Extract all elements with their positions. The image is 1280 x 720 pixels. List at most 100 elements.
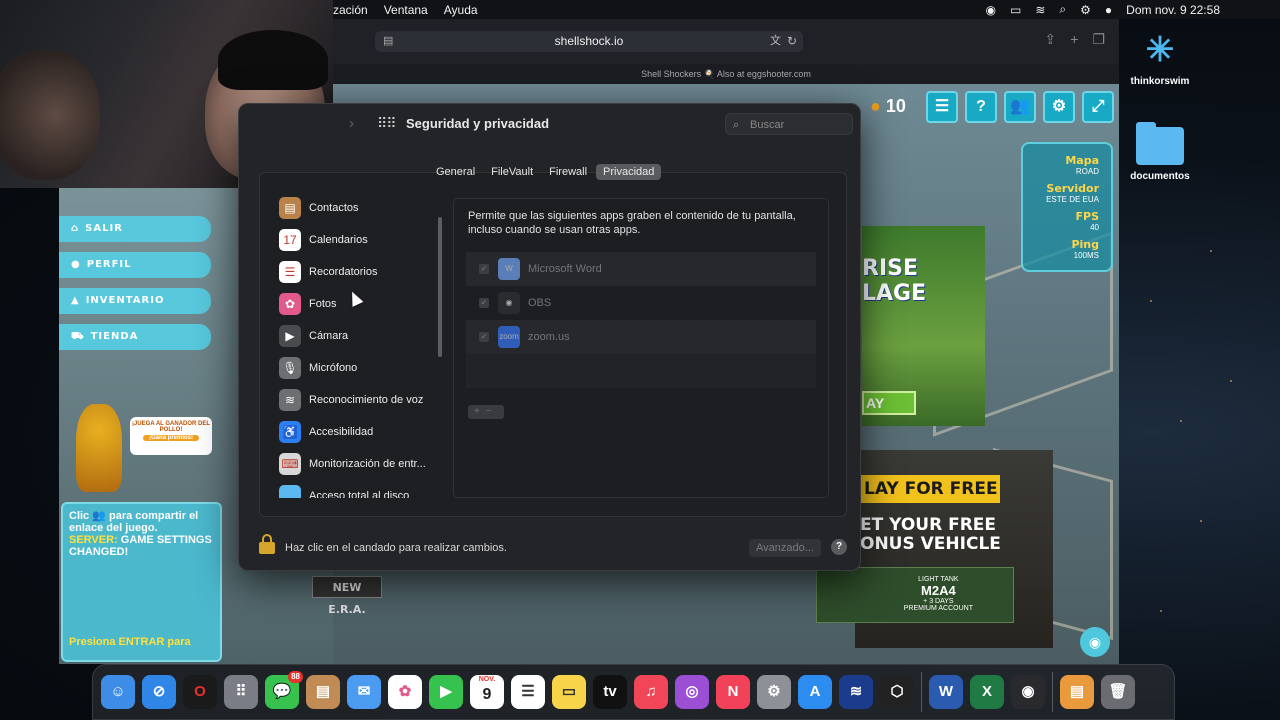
- facetime-icon[interactable]: ▶: [429, 675, 463, 709]
- gear-button[interactable]: ⚙: [1043, 91, 1075, 123]
- tab-filevault[interactable]: FileVault: [484, 164, 540, 180]
- app-checkbox[interactable]: ✓: [479, 298, 489, 308]
- tab-firewall[interactable]: Firewall: [542, 164, 594, 180]
- fullscreen-button[interactable]: ⤢: [1082, 91, 1114, 123]
- app-row[interactable]: ✓ zoom zoom.us: [466, 320, 816, 354]
- tabs-overview-icon[interactable]: ❐: [1092, 31, 1105, 48]
- privacy-list-item[interactable]: 17 Calendarios: [272, 229, 437, 261]
- help-button[interactable]: ?: [965, 91, 997, 123]
- new-tab-icon[interactable]: +: [1070, 31, 1078, 48]
- profile-button[interactable]: ● PERFIL: [59, 252, 211, 278]
- address-bar[interactable]: ▤ shellshock.io 文 ↻: [375, 31, 803, 52]
- menu-item-ventana[interactable]: Ventana: [384, 3, 428, 17]
- trash-icon[interactable]: 🗑: [1101, 675, 1135, 709]
- finder-icon[interactable]: ☺: [101, 675, 135, 709]
- battery-icon[interactable]: ▭: [1010, 3, 1021, 17]
- exit-button[interactable]: ⌂ SALIR: [59, 216, 211, 242]
- opera-icon[interactable]: O: [183, 675, 217, 709]
- podcasts-icon[interactable]: ◎: [675, 675, 709, 709]
- app-checkbox[interactable]: ✓: [479, 264, 489, 274]
- reload-icon[interactable]: ↻: [787, 31, 797, 52]
- list-scrollbar[interactable]: [438, 217, 442, 357]
- add-remove-buttons[interactable]: +−: [468, 405, 504, 419]
- privacy-list-item[interactable]: ☰ Recordatorios: [272, 261, 437, 293]
- accessibility-icon: ♿: [279, 421, 301, 443]
- word-icon[interactable]: W: [929, 675, 963, 709]
- tab-general[interactable]: General: [429, 164, 482, 180]
- privacy-list-item[interactable]: ≋ Reconocimiento de voz: [272, 389, 437, 421]
- thinkorswim-desktop-icon[interactable]: ✳ thinkorswim: [1126, 30, 1194, 87]
- system-preferences-icon[interactable]: ⚙: [757, 675, 791, 709]
- safari-icon[interactable]: ⊘: [142, 675, 176, 709]
- privacy-list-label: Accesibilidad: [309, 426, 374, 438]
- app-name: OBS: [528, 297, 552, 309]
- unity-icon[interactable]: ⬡: [880, 675, 914, 709]
- app-store-icon[interactable]: A: [798, 675, 832, 709]
- lock-icon[interactable]: [259, 534, 275, 554]
- app-row[interactable]: ✓ ◉ OBS: [466, 286, 816, 320]
- keyboard-icon: ⌨: [279, 453, 301, 475]
- chat-panel[interactable]: Clic 👥 para compartir el enlace del jueg…: [61, 502, 222, 662]
- translate-icon[interactable]: 文: [770, 31, 781, 52]
- privacy-list-item[interactable]: 🎙 Micrófono: [272, 357, 437, 389]
- messages-icon[interactable]: 💬 88: [265, 671, 303, 709]
- wifi-icon[interactable]: ≋: [1035, 3, 1045, 17]
- inventory-button[interactable]: ▲ INVENTARIO: [59, 288, 211, 314]
- music-icon[interactable]: ♫: [634, 675, 668, 709]
- menu-item-ayuda[interactable]: Ayuda: [444, 3, 478, 17]
- forward-icon[interactable]: ›: [349, 115, 354, 132]
- show-all-grid-icon[interactable]: ⠿⠿: [377, 115, 396, 132]
- app-row[interactable]: ✓ W Microsoft Word: [466, 252, 816, 286]
- privacy-category-list[interactable]: ▤ Contactos 17 Calendarios ☰ Recordatorios ✿ Fo…: [272, 197, 437, 498]
- mail-icon[interactable]: ✉: [347, 675, 381, 709]
- news-icon[interactable]: N: [716, 675, 750, 709]
- friends-button[interactable]: 👥: [1004, 91, 1036, 123]
- sunrise-village-ad[interactable]: RISE LAGE AY: [862, 226, 985, 426]
- shop-button[interactable]: ⛟ TIENDA: [59, 324, 211, 350]
- calendar-icon[interactable]: NOV. 9: [470, 675, 504, 709]
- dock-separator: [1052, 672, 1053, 712]
- launchpad-icon[interactable]: ⠿: [224, 675, 258, 709]
- documentos-folder[interactable]: documentos: [1126, 122, 1194, 182]
- clock[interactable]: Dom nov. 9 22:58: [1126, 3, 1220, 17]
- server-stats-panel: Mapa ROAD Servidor ESTE DE EUA FPS 40 Pi…: [1021, 142, 1113, 272]
- search-icon[interactable]: ⌕: [1059, 2, 1066, 17]
- reminders-icon[interactable]: ☰: [511, 675, 545, 709]
- privacy-list-item[interactable]: ▶ Cámara: [272, 325, 437, 357]
- duck-mascot: [76, 404, 122, 492]
- share-icon[interactable]: ⇪: [1045, 31, 1057, 48]
- notes-icon[interactable]: ▭: [552, 675, 586, 709]
- reminders-icon: ☰: [279, 261, 301, 283]
- privacy-list-item[interactable]: ▤ Contactos: [272, 197, 437, 229]
- audio-app-icon[interactable]: ≋: [839, 675, 873, 709]
- control-center-icon[interactable]: ⚙: [1080, 3, 1091, 17]
- obs-status-icon[interactable]: ◉: [986, 3, 996, 17]
- app-list[interactable]: ✓ W Microsoft Word ✓ ◉ OBS ✓ zoom zoom.us: [466, 252, 816, 389]
- apple-tv-icon[interactable]: tv: [593, 675, 627, 709]
- advanced-button[interactable]: Avanzado...: [749, 539, 821, 557]
- privacy-list-item[interactable]: ♿ Accesibilidad: [272, 421, 437, 453]
- play-for-free-banner[interactable]: LAY FOR FREE: [860, 475, 1000, 503]
- contacts-icon[interactable]: ▤: [306, 675, 340, 709]
- tab-privacidad[interactable]: Privacidad: [596, 164, 662, 180]
- siri-icon[interactable]: ●: [1105, 3, 1112, 17]
- eye-icon[interactable]: ◉: [1080, 627, 1110, 657]
- privacy-list-label: Acceso total al disco: [309, 490, 410, 498]
- app-checkbox[interactable]: ✓: [479, 332, 489, 342]
- privacy-list-item[interactable]: ⌨ Monitorización de entr...: [272, 453, 437, 485]
- help-button[interactable]: ?: [831, 539, 847, 555]
- obs-icon[interactable]: ◉: [1011, 675, 1045, 709]
- exe-file-icon[interactable]: ▤: [1060, 675, 1094, 709]
- app-row-empty: [466, 354, 816, 388]
- search-field[interactable]: ⌕ Buscar: [725, 113, 853, 135]
- privacy-list-item[interactable]: Acceso total al disco: [272, 485, 437, 498]
- cart-icon: ⛟: [71, 331, 85, 342]
- settings-sliders-button[interactable]: ☰: [926, 91, 958, 123]
- chicken-winner-promo[interactable]: ¡JUEGA AL GANADOR DEL POLLO! ¡Gana premio…: [130, 417, 212, 455]
- ad1-play-button[interactable]: AY: [862, 391, 916, 415]
- menu-item-edicion[interactable]: zación: [333, 3, 368, 17]
- tank-ad[interactable]: LAY FOR FREE ET YOUR FREE ONUS VEHICLE LI…: [816, 450, 1053, 648]
- photos-icon[interactable]: ✿: [388, 675, 422, 709]
- bookmark-bar[interactable]: Shell Shockers 🍳 Also at eggshooter.com: [333, 64, 1119, 84]
- excel-icon[interactable]: X: [970, 675, 1004, 709]
